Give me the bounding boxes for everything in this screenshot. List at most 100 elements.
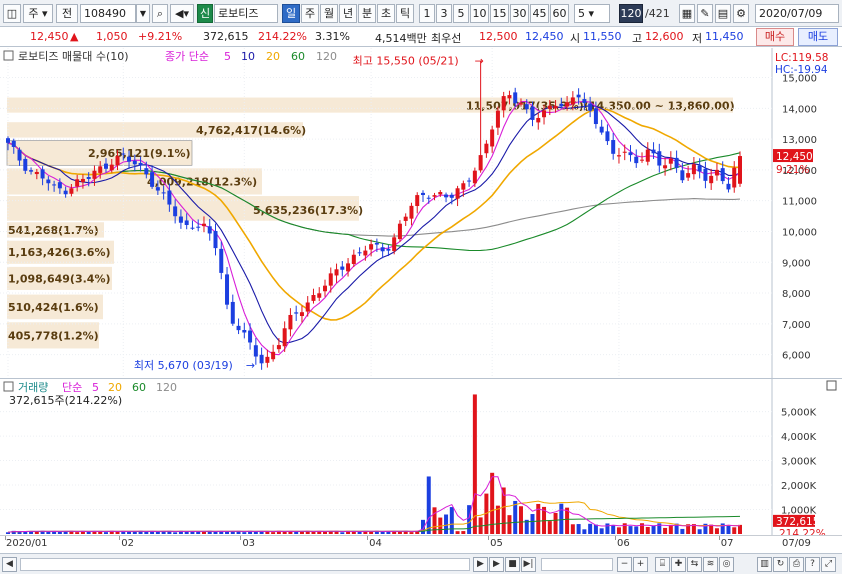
save-icon[interactable]: ▤ (715, 4, 731, 23)
indicator-icon[interactable]: ≋ (703, 557, 718, 572)
tab-6[interactable]: 초 (377, 4, 395, 23)
volume-bar (351, 531, 356, 534)
tab-1[interactable]: 일 (282, 4, 300, 23)
price-chart[interactable]: 11,507,917(35.3%)(14,350.00 ~ 13,860.00)… (0, 48, 842, 378)
candle-body (397, 223, 402, 240)
tab-7[interactable]: 틱 (396, 4, 414, 23)
scroll-right-icon[interactable]: ▶ (473, 557, 488, 572)
trade-amount: 4,514백만 (375, 32, 427, 45)
stock-name-field[interactable]: 로보티즈 (214, 4, 278, 23)
print-icon[interactable]: ⎙ (789, 557, 804, 572)
sell-button[interactable]: 매도 (798, 28, 838, 46)
interval-button-5[interactable]: 5 (453, 4, 469, 23)
volume-bar (201, 531, 206, 534)
refresh-icon[interactable]: ↻ (773, 557, 788, 572)
current-pct-label: 9.21% (776, 164, 809, 176)
candle-body (697, 165, 702, 172)
crosshair-icon[interactable]: ✚ (671, 557, 686, 572)
candle-body (23, 158, 28, 171)
candle-body (444, 194, 449, 198)
code-dropdown-icon[interactable]: ▼ (136, 4, 150, 23)
volume-bar (472, 394, 477, 534)
volume-chart[interactable]: 5,000K 4,000K 3,000K 2,000K 1,000K 거래량 단순 5 20 60… (0, 378, 842, 535)
legend-period: 60 (291, 50, 305, 63)
grid-icon[interactable]: ▦ (679, 4, 695, 23)
play-icon[interactable]: ▶ (489, 557, 504, 572)
volume-bar (63, 531, 68, 534)
candle-body (495, 110, 500, 128)
volume-current-text: 372,615주(214.22%) (9, 394, 122, 407)
legend-series: 로보티즈 매물대 수(10) (18, 50, 129, 63)
help-icon[interactable]: ? (805, 557, 820, 572)
stop-icon[interactable]: ■ (505, 557, 520, 572)
candle-body (709, 175, 714, 184)
volume-bar (622, 523, 627, 534)
interval-button-10[interactable]: 10 (470, 4, 489, 23)
high-label: 고 (632, 32, 643, 45)
volume-bar (103, 532, 108, 534)
search-icon[interactable]: ⌕ (152, 4, 168, 23)
candle-body (334, 269, 339, 276)
volume-ratio: 214.22% (258, 30, 307, 43)
candle-body (29, 170, 34, 172)
candle-body (103, 163, 108, 169)
zoom-slider[interactable] (541, 558, 613, 571)
scroll-left-icon[interactable]: ◀ (2, 557, 17, 572)
interval-button-45[interactable]: 45 (530, 4, 549, 23)
buy-button[interactable]: 매수 (756, 28, 794, 46)
candle-body (720, 168, 725, 182)
volume-tick-label: 3,000K (781, 457, 817, 468)
volume-bar (426, 476, 431, 534)
volume-bar (311, 531, 316, 534)
interval-button-60[interactable]: 60 (550, 4, 569, 23)
legend-ma-type: 종가 단순 (165, 50, 209, 63)
layout-icon[interactable]: ▥ (757, 557, 772, 572)
candle-body (92, 170, 97, 179)
compare-icon[interactable]: ⇆ (687, 557, 702, 572)
chart-type-icon[interactable]: ⌸ (655, 557, 670, 572)
candle-body (288, 314, 293, 330)
candle-body (52, 184, 57, 186)
candle-body (703, 168, 708, 181)
tab-5[interactable]: 분 (358, 4, 376, 23)
candle-body (207, 226, 212, 234)
chart-menu-icon[interactable]: ◫ (3, 4, 21, 23)
speaker-icon[interactable]: ◀▾ (170, 4, 194, 23)
x-axis-label: 02 (121, 538, 134, 549)
candle-body (449, 194, 454, 198)
legend-period: 10 (241, 50, 255, 63)
interval-button-30[interactable]: 30 (510, 4, 529, 23)
magnet-icon[interactable]: ◎ (719, 557, 734, 572)
period-unit-select[interactable]: 주 ▾ (23, 4, 53, 23)
draw-tool-icon[interactable]: ✎ (697, 4, 713, 23)
scroll-track[interactable] (20, 558, 470, 571)
interval-button-1[interactable]: 1 (419, 4, 435, 23)
step-icon[interactable]: ▶| (521, 557, 536, 572)
count-input[interactable]: 5 ▾ (574, 4, 610, 23)
x-axis-label: 2020/01 (6, 538, 48, 549)
prev-button[interactable]: 전 (56, 4, 78, 23)
legend-period: 5 (224, 50, 231, 63)
candle-body (657, 151, 662, 166)
tab-2[interactable]: 주 (301, 4, 319, 23)
candle-body (559, 103, 564, 107)
interval-button-15[interactable]: 15 (490, 4, 509, 23)
zoom-in-icon[interactable]: + (633, 557, 648, 572)
date-input[interactable]: 2020/07/09 (755, 4, 839, 23)
view-count-badge[interactable]: 120 (619, 4, 643, 23)
candle-body (294, 312, 299, 314)
chart-scrollbar[interactable]: ◀ ▶ ▶ ■ ▶| − + ⌸ ✚ ⇆ ≋ ◎ ▥ ↻ ⎙ ? ⤢ (0, 553, 842, 574)
volume-bar (144, 531, 149, 534)
zoom-out-icon[interactable]: − (617, 557, 632, 572)
expand-icon[interactable]: ⤢ (821, 557, 836, 572)
tab-3[interactable]: 월 (320, 4, 338, 23)
candle-body (628, 152, 633, 156)
x-axis-tick (367, 536, 369, 540)
tab-4[interactable]: 년 (339, 4, 357, 23)
interval-button-3[interactable]: 3 (436, 4, 452, 23)
volume-bar (599, 528, 604, 534)
stock-code-input[interactable]: 108490 (80, 4, 136, 23)
volume-bar (271, 532, 276, 534)
settings-gear-icon[interactable]: ⚙ (733, 4, 749, 23)
candle-body (138, 162, 143, 166)
